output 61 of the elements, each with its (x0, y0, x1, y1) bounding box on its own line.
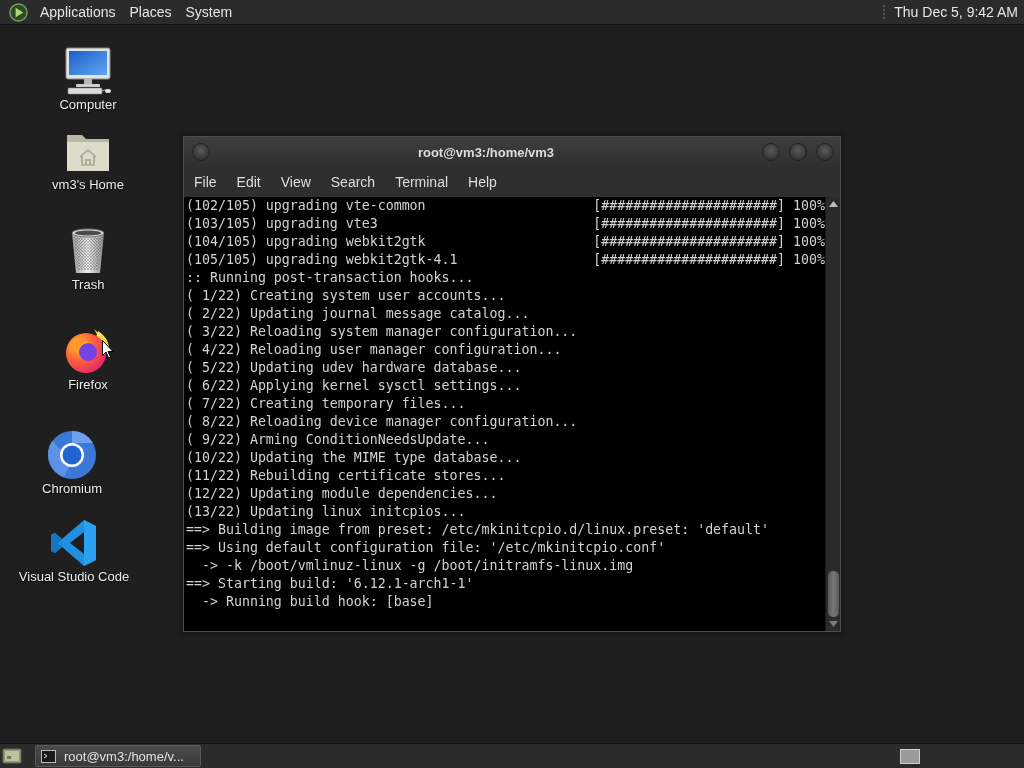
terminal-line: (103/105) upgrading vte3 (186, 215, 378, 233)
scroll-down-arrow-icon[interactable] (828, 621, 838, 627)
terminal-line: ( 2/22) Updating journal message catalog... (186, 305, 530, 323)
terminal-line: ( 4/22) Reloading user manager configuration... (186, 341, 562, 359)
terminal-line: (13/22) Updating linux initcpios... (186, 503, 466, 521)
progress-percent: 100% (792, 233, 825, 251)
taskbar-button[interactable]: root@vm3:/home/v... (35, 745, 201, 767)
terminal-line: ( 5/22) Updating udev hardware database... (186, 359, 522, 377)
panel-menu[interactable]: System (178, 2, 240, 22)
terminal-line: (104/105) upgrading webkit2gtk (186, 233, 426, 251)
window-title: root@vm3:/home/vm3 (416, 144, 556, 160)
terminal-line: ( 9/22) Arming ConditionNeedsUpdate... (186, 431, 490, 449)
terminal-line: ==> Starting build: '6.12.1-arch1-1' (186, 575, 474, 593)
bracket-logo-icon[interactable] (50, 519, 98, 567)
clock-text[interactable]: Thu Dec 5, 9:42 AM (894, 4, 1020, 20)
progress-hashes: [######################] (593, 251, 785, 269)
desktop-icon-label[interactable]: Computer (59, 97, 117, 113)
menu-item[interactable]: Help (458, 171, 507, 193)
terminal-line: ==> Building image from preset: /etc/mkinitcpio.d/linux.preset: 'default' (186, 521, 770, 539)
menu-item[interactable]: File (184, 171, 227, 193)
progress-hashes: [######################] (593, 215, 785, 233)
ring-logo-icon[interactable] (48, 431, 96, 479)
menu-item[interactable]: Edit (226, 171, 271, 193)
desktop-icon-label[interactable]: Visual Studio Code (18, 569, 130, 585)
computer-icon[interactable] (64, 47, 112, 95)
desktop-icon[interactable] (2, 747, 22, 765)
terminal-line: -> -k /boot/vmlinuz-linux -g /boot/initramfs-linux.img (200, 557, 634, 575)
menu-item[interactable]: View (270, 171, 321, 193)
terminal-line: ( 8/22) Reloading device manager configuration... (186, 413, 578, 431)
progress-percent: 100% (792, 197, 825, 215)
scroll-thumb[interactable] (827, 571, 839, 617)
desktop-icon-label[interactable]: Firefox (68, 377, 108, 393)
terminal-line: :: Running post-transaction hooks... (186, 269, 474, 287)
terminal-line: ( 7/22) Creating temporary files... (186, 395, 466, 413)
terminal-icon (41, 749, 56, 763)
menu-item[interactable]: Terminal (385, 171, 459, 193)
terminal-line: (12/22) Updating module dependencies... (186, 485, 498, 503)
workspace-switcher[interactable] (900, 748, 920, 764)
play-logo-icon[interactable] (9, 2, 28, 22)
progress-hashes: [######################] (593, 197, 785, 215)
progress-hashes: [######################] (593, 233, 785, 251)
terminal-line: -> Running build hook: [base] (200, 593, 434, 611)
desktop-icon-label[interactable]: Trash (71, 277, 105, 293)
desktop-icon-label[interactable]: vm3's Home (52, 177, 124, 193)
scroll-up-arrow-icon[interactable] (828, 201, 838, 207)
mouse-pointer-icon (102, 340, 114, 359)
menu-item[interactable]: Search (320, 171, 386, 193)
panel-menu[interactable]: Applications (33, 2, 123, 22)
panel-menu[interactable]: Places (122, 2, 179, 22)
terminal-line: ( 6/22) Applying kernel sysctl settings... (186, 377, 522, 395)
progress-percent: 100% (792, 215, 825, 233)
terminal-line: (105/105) upgrading webkit2gtk-4.1 (186, 251, 458, 269)
terminal-line: ==> Using default configuration file: '/etc/mkinitcpio.conf' (186, 539, 666, 557)
terminal-line: (102/105) upgrading vte-common (186, 197, 426, 215)
terminal-line: ( 1/22) Creating system user accounts... (186, 287, 506, 305)
terminal-line: ( 3/22) Reloading system manager configuration... (186, 323, 578, 341)
terminal-line: (10/22) Updating the MIME type database... (186, 449, 522, 467)
grip-handle-icon[interactable] (882, 4, 887, 20)
progress-percent: 100% (792, 251, 825, 269)
terminal-line: (11/22) Rebuilding certificate stores... (186, 467, 506, 485)
desktop-icon-label[interactable]: Chromium (42, 481, 102, 497)
